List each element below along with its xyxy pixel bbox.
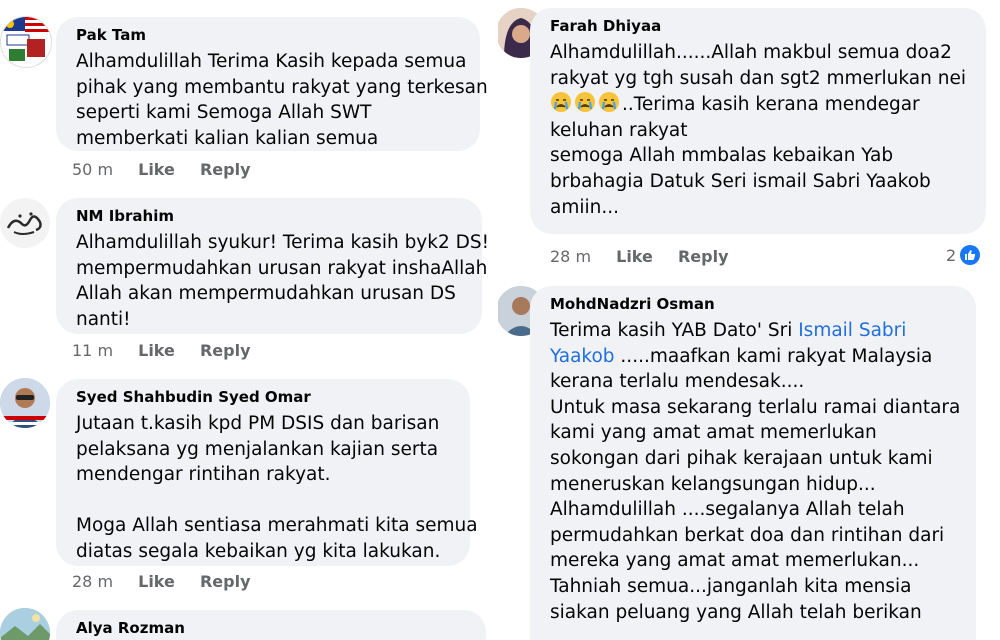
comment-text-line: meneruskan kelangsungan hidup... <box>550 473 876 495</box>
comment-author[interactable]: Pak Tam <box>76 26 460 45</box>
comments-column-right: Farah Dhiyaa Alhamdulillah......Allah ma… <box>498 0 1000 640</box>
comment-text-line: sokongan dari pihak kerajaan untuk kami <box>550 447 933 469</box>
comment-time[interactable]: 28 m <box>72 572 113 591</box>
comment-text-line: Yaakob .....maafkan kami rakyat Malaysia <box>550 344 956 370</box>
crying-face-icon <box>551 92 571 113</box>
comments-column-left: Pak Tam Alhamdulillah Terima Kasih kepad… <box>0 0 492 640</box>
avatar[interactable] <box>0 198 50 248</box>
comment-text-span: ..Terima kasih kerana mendegar <box>622 94 920 116</box>
reply-button[interactable]: Reply <box>200 341 251 360</box>
reaction-count-value: 2 <box>946 245 957 265</box>
comment-text-line: keluhan rakyat <box>550 119 688 141</box>
comment-meta: 28 m Like Reply <box>550 247 749 266</box>
like-thumb-icon <box>960 245 981 265</box>
comment-text-span: Terima kasih YAB Dato' Sri <box>550 320 799 341</box>
comment-bubble: MohdNadzri Osman Terima kasih YAB Dato' … <box>530 286 976 640</box>
comment-text-line: kerana terlalu mendesak.... <box>550 371 805 393</box>
comment-text-line: amiin... <box>550 196 620 218</box>
like-button[interactable]: Like <box>138 160 175 179</box>
comment-text-line: permudahkan berkat doa dan rintihan dari <box>550 524 945 546</box>
comment-text-line <box>76 488 450 514</box>
landscape-avatar-icon <box>0 608 50 640</box>
comment-text-line: rakyat yg tgh susah dan sgt2 mmerlukan n… <box>550 67 966 89</box>
comment-text-line: kami yang amat amat memerlukan <box>550 422 877 444</box>
like-button[interactable]: Like <box>138 572 175 591</box>
comment-text-line: mendengar rintihan rakyat. <box>76 464 331 486</box>
comment-text-line: Alhamdulillah......Allah makbul semua do… <box>550 42 952 63</box>
comment-text-line: Jutaan t.kasih kpd PM DSIS dan barisan <box>76 413 440 434</box>
comment-text-line: Alhamdulillah Terima Kasih kepada semua <box>76 51 467 72</box>
comment-author[interactable]: Syed Shahbudin Syed Omar <box>76 388 450 407</box>
comment-bubble: Pak Tam Alhamdulillah Terima Kasih kepad… <box>56 17 488 151</box>
flag-badge-icon <box>1 17 51 67</box>
comment-text-line: pihak yang membantu rakyat yang terkesan <box>76 76 488 98</box>
like-button[interactable]: Like <box>616 247 653 266</box>
comment-meta: 50 m Like Reply <box>72 160 271 179</box>
avatar[interactable] <box>0 608 50 640</box>
comment-text-line: brbahagia Datuk Seri ismail Sabri Yaakob <box>550 170 931 192</box>
comment-text-line: mempermudahkan urusan rakyat inshaAllah <box>76 257 488 279</box>
comment-text-line: diatas segala kebaikan yg kita lakukan. <box>76 540 441 562</box>
comment-text-line: seperti kami Semoga Allah SWT <box>76 102 372 124</box>
comment-bubble: Farah Dhiyaa Alhamdulillah......Allah ma… <box>530 8 986 234</box>
comment-text-line: Terima kasih YAB Dato' Sri Ismail Sabri <box>550 318 956 344</box>
crying-face-icon <box>575 92 595 113</box>
comment-author[interactable]: NM Ibrahim <box>76 207 462 226</box>
reply-button[interactable]: Reply <box>678 247 729 266</box>
comment-author[interactable]: Farah Dhiyaa <box>550 17 966 36</box>
comment-author[interactable]: Alya Rozman <box>76 619 466 638</box>
comment-bubble: Alya Rozman <box>56 610 486 640</box>
comment-text-line: siakan peluang yang Allah telah berikan <box>550 601 922 623</box>
reply-button[interactable]: Reply <box>200 160 251 179</box>
comment-meta: 28 m Like Reply <box>72 572 271 591</box>
comment-text-line: Allah akan mempermudahkan urusan DS <box>76 283 456 305</box>
comment-text-line: semoga Allah mmbalas kebaikan Yab <box>550 145 894 167</box>
comment-time[interactable]: 28 m <box>550 247 591 266</box>
comment-text-line: Alhamdulillah syukur! Terima kasih byk2 … <box>76 232 490 253</box>
comment-text-line: Untuk masa sekarang terlalu ramai dianta… <box>550 396 961 418</box>
comment-text-line: Moga Allah sentiasa merahmati kita semua <box>76 515 478 537</box>
comment-item: Pak Tam Alhamdulillah Terima Kasih kepad… <box>0 0 492 190</box>
comment-time[interactable]: 50 m <box>72 160 113 179</box>
mention-link[interactable]: Ismail Sabri <box>798 320 906 341</box>
comment-text-line: nanti! <box>76 308 131 330</box>
reaction-count[interactable]: 2 <box>946 245 981 265</box>
like-button[interactable]: Like <box>138 341 175 360</box>
comment-time[interactable]: 11 m <box>72 341 113 360</box>
comment-text-line: memberkati kalian kalian semua <box>76 127 379 149</box>
person-avatar-icon <box>0 378 50 428</box>
reply-button[interactable]: Reply <box>200 572 251 591</box>
calligraphy-avatar-icon <box>0 198 50 248</box>
avatar[interactable] <box>0 378 50 428</box>
comment-text-line: pelaksana yg menjalankan kajian serta <box>76 438 439 460</box>
comment-bubble: NM Ibrahim Alhamdulillah syukur! Terima … <box>56 198 490 334</box>
comment-author[interactable]: MohdNadzri Osman <box>550 295 956 314</box>
comment-text-span: .....maafkan kami rakyat Malaysia <box>614 345 933 367</box>
comment-bubble: Syed Shahbudin Syed Omar Jutaan t.kasih … <box>56 379 478 566</box>
comment-text-line: mereka yang amat amat memerlukan... <box>550 550 920 572</box>
comment-text-line: Tahniah semua...janganlah kita mensia <box>550 575 912 597</box>
mention-link[interactable]: Yaakob <box>550 346 615 367</box>
comment-text-line: Alhamdulillah ....segalanya Allah telah <box>550 499 905 521</box>
comment-meta: 11 m Like Reply <box>72 341 271 360</box>
comment-text-line-emoji: ..Terima kasih kerana mendegar <box>550 91 966 118</box>
crying-face-icon <box>599 92 619 113</box>
avatar[interactable] <box>0 16 52 68</box>
